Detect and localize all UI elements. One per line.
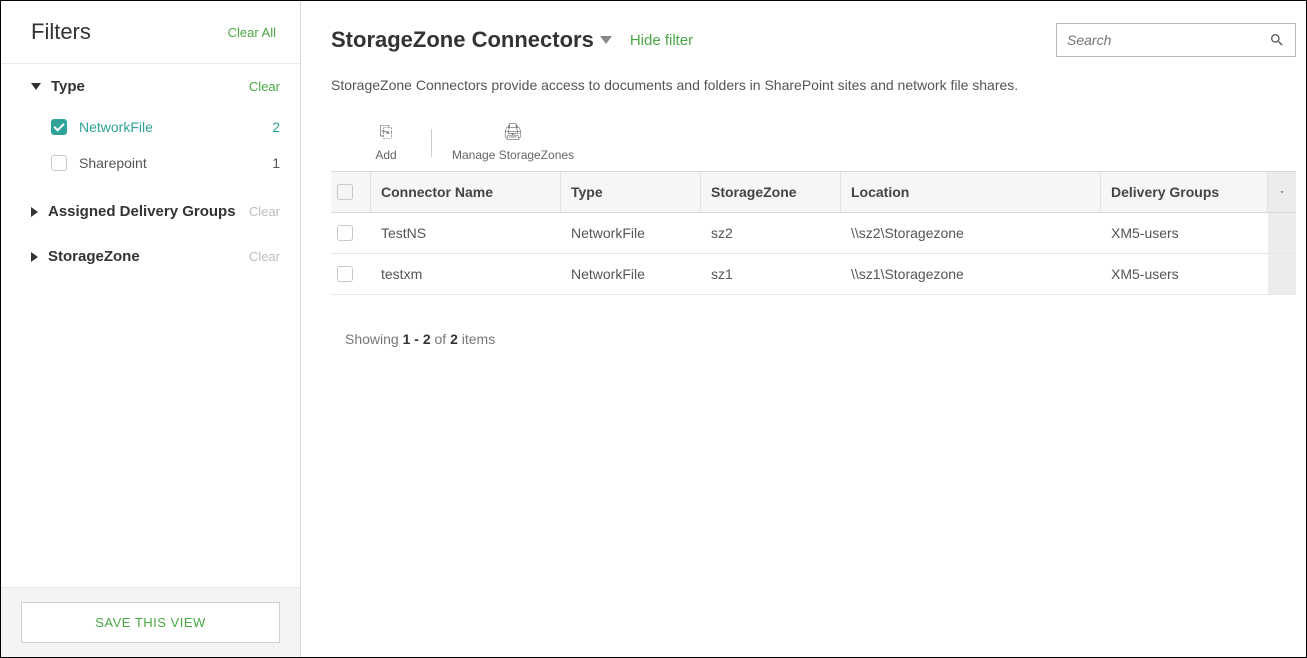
filter-option-count: 2 (272, 119, 280, 135)
row-checkbox-cell[interactable] (331, 254, 371, 294)
add-button[interactable]: ⎘ Add (361, 123, 411, 163)
filter-group-label: Type (51, 78, 249, 95)
sidebar-footer: SAVE THIS VIEW (1, 587, 300, 657)
pager-mid: of (431, 331, 450, 347)
manage-label: Manage StorageZones (452, 148, 574, 164)
filter-group-label: Assigned Delivery Groups (48, 203, 249, 220)
clear-all-link[interactable]: Clear All (228, 25, 276, 40)
app-frame: Filters Clear All Type Clear NetworkFile… (0, 0, 1307, 658)
page-title-wrap[interactable]: StorageZone Connectors (331, 27, 612, 53)
cell-name: TestNS (371, 213, 561, 253)
toolbar-separator (431, 129, 432, 157)
manage-storagezones-button[interactable]: 🖨 Manage StorageZones (452, 123, 574, 163)
page-description: StorageZone Connectors provide access to… (331, 77, 1296, 93)
hide-filter-link[interactable]: Hide filter (630, 32, 693, 49)
pager: Showing 1 - 2 of 2 items (331, 331, 1296, 347)
filter-options-type: NetworkFile 2 Sharepoint 1 (1, 109, 300, 189)
table-row[interactable]: testxm NetworkFile sz1 \\sz1\Storagezone… (331, 254, 1296, 295)
filter-option-count: 1 (272, 155, 280, 171)
pager-prefix: Showing (345, 331, 403, 347)
col-location[interactable]: Location (841, 172, 1101, 212)
save-view-button[interactable]: SAVE THIS VIEW (21, 602, 280, 643)
search-icon[interactable] (1269, 32, 1285, 48)
cell-location: \\sz2\Storagezone (841, 213, 1101, 253)
filter-group-clear[interactable]: Clear (249, 204, 280, 219)
connectors-table: Connector Name Type StorageZone Location… (331, 171, 1296, 295)
caret-right-icon (31, 252, 38, 262)
cell-storagezone: sz2 (701, 213, 841, 253)
cell-storagezone: sz1 (701, 254, 841, 294)
col-delivery-groups[interactable]: Delivery Groups (1101, 172, 1268, 212)
columns-expand[interactable] (1268, 172, 1296, 212)
filter-option-label: NetworkFile (79, 119, 272, 135)
filter-group-clear[interactable]: Clear (249, 79, 280, 94)
checkbox-icon[interactable] (51, 119, 67, 135)
pager-suffix: items (458, 331, 495, 347)
filter-group-delivery-groups[interactable]: Assigned Delivery Groups Clear (1, 189, 300, 234)
col-connector-name[interactable]: Connector Name (371, 172, 561, 212)
pager-total: 2 (450, 331, 458, 347)
checkbox-icon[interactable] (337, 184, 353, 200)
table-row[interactable]: TestNS NetworkFile sz2 \\sz2\Storagezone… (331, 213, 1296, 254)
filter-groups: Type Clear NetworkFile 2 Sharepoint 1 As… (1, 63, 300, 587)
filter-option-sharepoint[interactable]: Sharepoint 1 (51, 145, 280, 181)
filters-title: Filters (31, 19, 91, 45)
page-header: StorageZone Connectors Hide filter (331, 23, 1296, 57)
table-header: Connector Name Type StorageZone Location… (331, 172, 1296, 213)
cell-location: \\sz1\Storagezone (841, 254, 1101, 294)
checkbox-icon[interactable] (337, 266, 353, 282)
chevron-down-icon[interactable] (600, 36, 612, 44)
checkbox-icon[interactable] (51, 155, 67, 171)
row-checkbox-cell[interactable] (331, 213, 371, 253)
cell-delivery-groups: XM5-users (1101, 254, 1268, 294)
add-label: Add (375, 148, 396, 164)
main-content: StorageZone Connectors Hide filter Stora… (301, 1, 1306, 657)
search-box[interactable] (1056, 23, 1296, 57)
storage-icon: 🖨 (503, 123, 523, 144)
cell-type: NetworkFile (561, 254, 701, 294)
search-input[interactable] (1067, 32, 1269, 48)
add-icon: ⎘ (380, 123, 393, 144)
filter-option-label: Sharepoint (79, 155, 272, 171)
col-storagezone[interactable]: StorageZone (701, 172, 841, 212)
chevron-down-icon (1278, 186, 1286, 198)
filter-group-label: StorageZone (48, 248, 249, 265)
cell-spacer (1268, 254, 1296, 294)
filters-sidebar: Filters Clear All Type Clear NetworkFile… (1, 1, 301, 657)
page-title: StorageZone Connectors (331, 27, 594, 53)
filter-option-networkfile[interactable]: NetworkFile 2 (51, 109, 280, 145)
col-type[interactable]: Type (561, 172, 701, 212)
checkbox-icon[interactable] (337, 225, 353, 241)
cell-name: testxm (371, 254, 561, 294)
cell-spacer (1268, 213, 1296, 253)
filter-group-storagezone[interactable]: StorageZone Clear (1, 234, 300, 279)
pager-range: 1 - 2 (403, 331, 431, 347)
cell-delivery-groups: XM5-users (1101, 213, 1268, 253)
caret-right-icon (31, 207, 38, 217)
filters-header: Filters Clear All (1, 1, 300, 63)
header-checkbox-cell[interactable] (331, 172, 371, 212)
toolbar: ⎘ Add 🖨 Manage StorageZones (331, 123, 1296, 163)
filter-group-type[interactable]: Type Clear (1, 64, 300, 109)
cell-type: NetworkFile (561, 213, 701, 253)
caret-down-icon (31, 83, 41, 90)
filter-group-clear[interactable]: Clear (249, 249, 280, 264)
